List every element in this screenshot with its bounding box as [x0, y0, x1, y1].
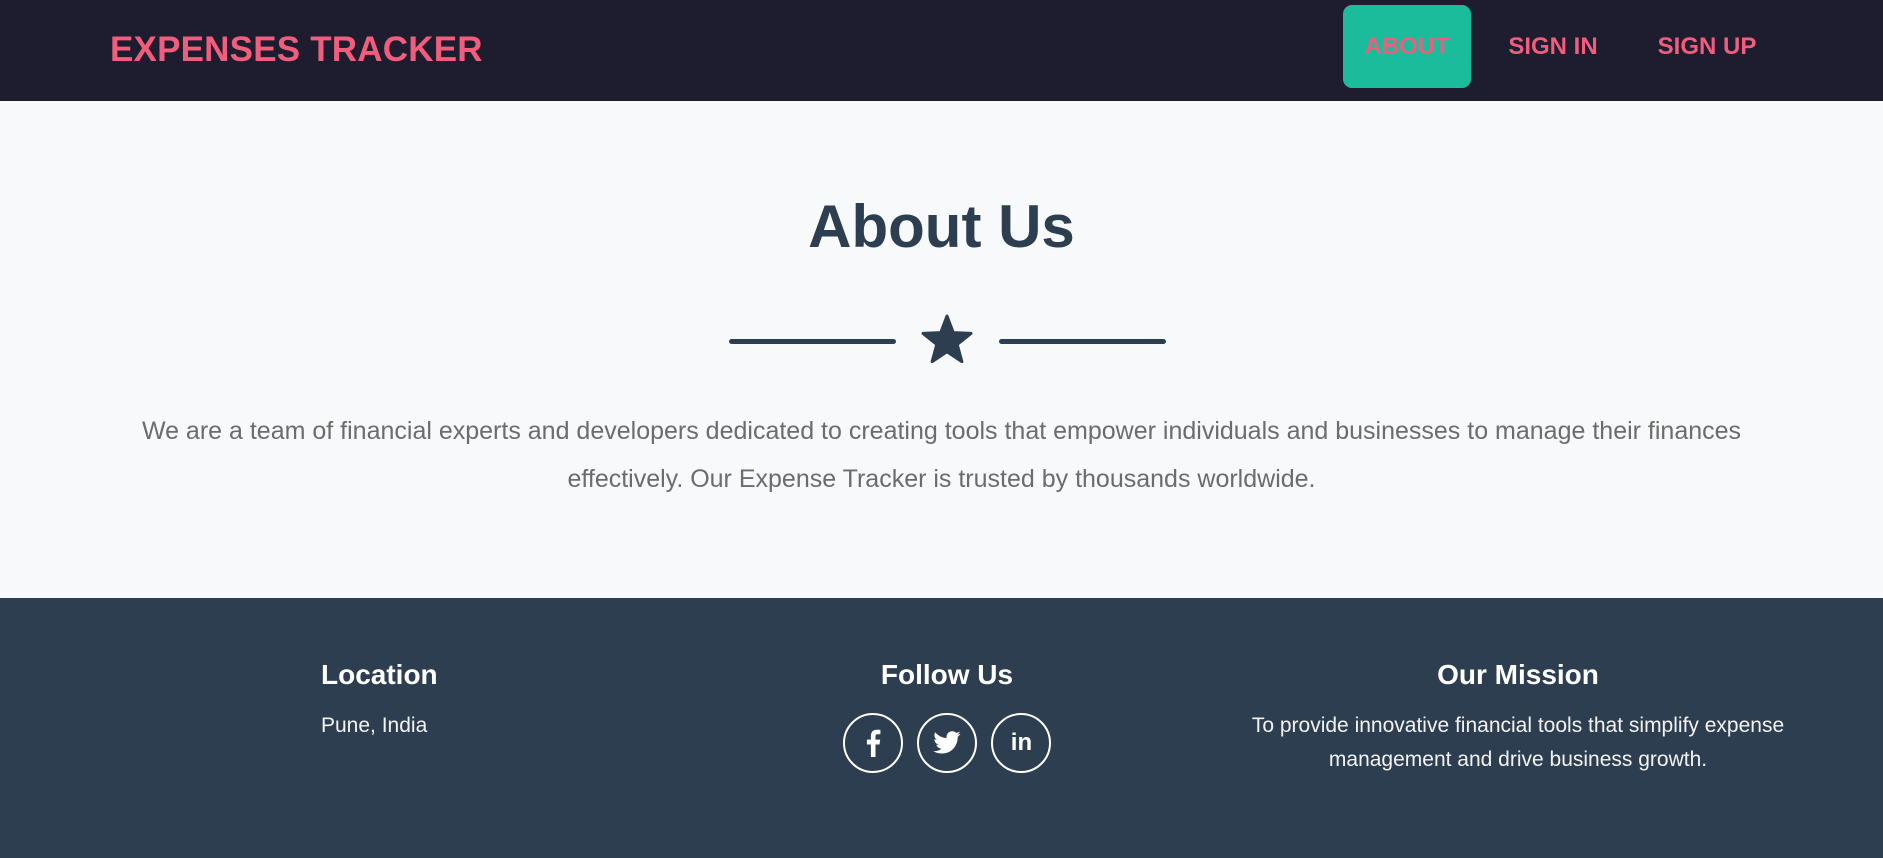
social-links: in [800, 713, 1094, 773]
footer-follow: Follow Us in [800, 658, 1094, 773]
twitter-icon[interactable] [917, 713, 977, 773]
mission-text: To provide innovative financial tools th… [1251, 714, 1785, 771]
linkedin-icon-label: in [1010, 729, 1033, 756]
star-icon [921, 314, 973, 364]
location-text: Pune, India [321, 714, 428, 737]
location-heading: Location [321, 659, 438, 690]
nav-links: ABOUT SIGN IN SIGN UP [0, 0, 1883, 99]
navbar: EXPENSES TRACKER ABOUT SIGN IN SIGN UP [0, 0, 1883, 101]
linkedin-icon[interactable]: in [991, 713, 1052, 773]
follow-heading: Follow Us [880, 659, 1014, 690]
divider-line-right [999, 339, 1166, 344]
divider-line-left [729, 339, 896, 344]
page-title: About Us [808, 193, 1075, 260]
footer-mission: Our Mission To provide innovative financ… [1216, 658, 1820, 777]
facebook-icon[interactable] [842, 713, 903, 773]
nav-about-link[interactable]: ABOUT [1343, 5, 1471, 88]
footer-location: Location Pune, India [321, 658, 438, 743]
nav-signin-link[interactable]: SIGN IN [1496, 5, 1610, 88]
about-description: We are a team of financial experts and d… [141, 417, 1742, 493]
about-section: About Us We are a team of financial expe… [0, 101, 1883, 598]
footer: Location Pune, India Follow Us in Our Mi… [0, 598, 1883, 858]
mission-heading: Our Mission [1437, 659, 1599, 690]
nav-signup-link[interactable]: SIGN UP [1648, 5, 1766, 88]
